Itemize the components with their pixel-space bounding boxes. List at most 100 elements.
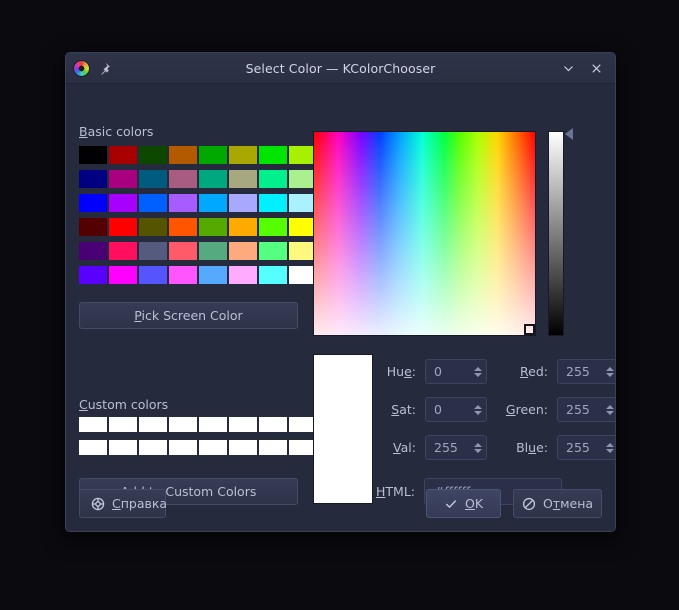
basic-color-swatch-11[interactable] <box>169 170 197 188</box>
basic-color-swatch-9[interactable] <box>109 170 137 188</box>
basic-color-swatch-43[interactable] <box>169 266 197 284</box>
basic-color-swatch-1[interactable] <box>109 146 137 164</box>
basic-color-swatch-35[interactable] <box>169 242 197 260</box>
basic-color-swatch-10[interactable] <box>139 170 167 188</box>
custom-color-swatch-13[interactable] <box>229 440 257 455</box>
hue-spinbox[interactable]: 0 <box>425 359 487 384</box>
val-stepper[interactable] <box>468 436 486 459</box>
basic-color-swatch-21[interactable] <box>229 194 257 212</box>
stepper-down-icon[interactable] <box>605 448 614 453</box>
basic-color-swatch-12[interactable] <box>199 170 227 188</box>
basic-color-swatch-44[interactable] <box>199 266 227 284</box>
basic-color-swatch-42[interactable] <box>139 266 167 284</box>
custom-color-swatch-5[interactable] <box>229 417 257 432</box>
basic-color-swatch-27[interactable] <box>169 218 197 236</box>
basic-color-swatch-33[interactable] <box>109 242 137 260</box>
close-icon[interactable] <box>587 59 605 77</box>
basic-color-swatch-32[interactable] <box>79 242 107 260</box>
custom-colors-grid[interactable] <box>79 417 317 455</box>
basic-color-swatch-25[interactable] <box>109 218 137 236</box>
green-spinbox[interactable]: 255 <box>557 397 615 422</box>
basic-color-swatch-16[interactable] <box>79 194 107 212</box>
basic-color-swatch-26[interactable] <box>139 218 167 236</box>
val-value[interactable]: 255 <box>426 440 468 455</box>
basic-color-swatch-0[interactable] <box>79 146 107 164</box>
basic-color-swatch-19[interactable] <box>169 194 197 212</box>
basic-color-swatch-8[interactable] <box>79 170 107 188</box>
stepper-up-icon[interactable] <box>605 366 614 371</box>
basic-color-swatch-3[interactable] <box>169 146 197 164</box>
green-value[interactable]: 255 <box>558 402 600 417</box>
custom-color-swatch-2[interactable] <box>139 417 167 432</box>
stepper-up-icon[interactable] <box>605 442 614 447</box>
stepper-up-icon[interactable] <box>605 404 614 409</box>
custom-color-swatch-3[interactable] <box>169 417 197 432</box>
blue-spinbox[interactable]: 255 <box>557 435 615 460</box>
red-spinbox[interactable]: 255 <box>557 359 615 384</box>
custom-color-swatch-8[interactable] <box>79 440 107 455</box>
custom-color-swatch-11[interactable] <box>169 440 197 455</box>
basic-color-swatch-14[interactable] <box>259 170 287 188</box>
basic-color-swatch-28[interactable] <box>199 218 227 236</box>
custom-color-swatch-6[interactable] <box>259 417 287 432</box>
titlebar[interactable]: Select Color — KColorChooser <box>66 53 615 84</box>
basic-color-swatch-22[interactable] <box>259 194 287 212</box>
stepper-down-icon[interactable] <box>473 372 482 377</box>
hue-saturation-picker[interactable] <box>313 131 536 336</box>
basic-color-swatch-20[interactable] <box>199 194 227 212</box>
chevron-down-icon[interactable] <box>559 59 577 77</box>
basic-color-swatch-6[interactable] <box>259 146 287 164</box>
sat-spinbox[interactable]: 0 <box>425 397 487 422</box>
basic-color-swatch-29[interactable] <box>229 218 257 236</box>
stepper-up-icon[interactable] <box>473 366 482 371</box>
pin-icon[interactable] <box>98 62 111 75</box>
basic-color-swatch-34[interactable] <box>139 242 167 260</box>
blue-value[interactable]: 255 <box>558 440 600 455</box>
basic-color-swatch-5[interactable] <box>229 146 257 164</box>
basic-color-swatch-36[interactable] <box>199 242 227 260</box>
blue-stepper[interactable] <box>600 436 615 459</box>
value-slider[interactable] <box>548 131 564 336</box>
picker-cursor[interactable] <box>524 324 535 335</box>
basic-color-swatch-24[interactable] <box>79 218 107 236</box>
ok-button[interactable]: OK <box>426 489 501 518</box>
stepper-up-icon[interactable] <box>473 404 482 409</box>
basic-color-swatch-2[interactable] <box>139 146 167 164</box>
green-stepper[interactable] <box>600 398 615 421</box>
red-value[interactable]: 255 <box>558 364 600 379</box>
stepper-down-icon[interactable] <box>605 410 614 415</box>
custom-color-swatch-0[interactable] <box>79 417 107 432</box>
stepper-down-icon[interactable] <box>473 448 482 453</box>
red-stepper[interactable] <box>600 360 615 383</box>
cancel-button[interactable]: Отмена <box>513 489 602 518</box>
basic-color-swatch-18[interactable] <box>139 194 167 212</box>
stepper-down-icon[interactable] <box>605 372 614 377</box>
pick-screen-color-button[interactable]: Pick Screen Color <box>79 302 298 329</box>
basic-color-swatch-40[interactable] <box>79 266 107 284</box>
basic-color-swatch-13[interactable] <box>229 170 257 188</box>
sat-stepper[interactable] <box>468 398 486 421</box>
custom-color-swatch-10[interactable] <box>139 440 167 455</box>
basic-color-swatch-30[interactable] <box>259 218 287 236</box>
basic-color-swatch-17[interactable] <box>109 194 137 212</box>
basic-color-swatch-37[interactable] <box>229 242 257 260</box>
custom-color-swatch-9[interactable] <box>109 440 137 455</box>
stepper-up-icon[interactable] <box>473 442 482 447</box>
custom-color-swatch-14[interactable] <box>259 440 287 455</box>
custom-color-swatch-4[interactable] <box>199 417 227 432</box>
stepper-down-icon[interactable] <box>473 410 482 415</box>
basic-color-swatch-4[interactable] <box>199 146 227 164</box>
custom-color-swatch-1[interactable] <box>109 417 137 432</box>
basic-color-swatch-45[interactable] <box>229 266 257 284</box>
basic-color-swatch-46[interactable] <box>259 266 287 284</box>
basic-color-swatch-38[interactable] <box>259 242 287 260</box>
hue-stepper[interactable] <box>468 360 486 383</box>
custom-color-swatch-12[interactable] <box>199 440 227 455</box>
help-button[interactable]: Справка <box>79 489 167 518</box>
hue-value[interactable]: 0 <box>426 364 468 379</box>
value-slider-handle[interactable] <box>565 128 573 140</box>
basic-colors-grid[interactable] <box>79 146 317 284</box>
basic-color-swatch-41[interactable] <box>109 266 137 284</box>
sat-value[interactable]: 0 <box>426 402 468 417</box>
val-spinbox[interactable]: 255 <box>425 435 487 460</box>
